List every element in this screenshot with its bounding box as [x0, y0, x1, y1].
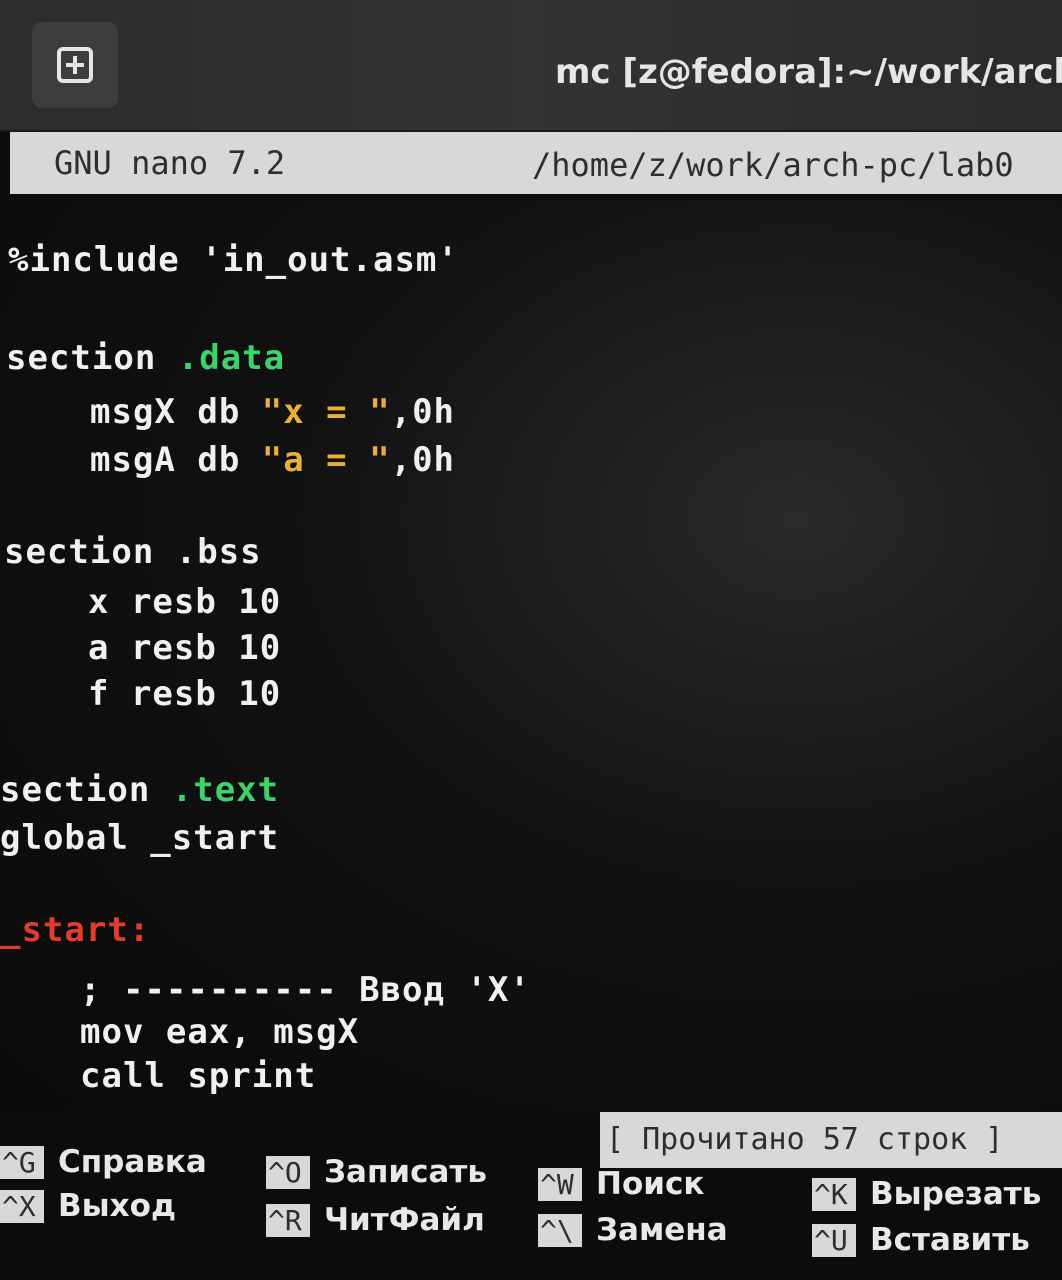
new-tab-button[interactable] — [32, 22, 118, 108]
msgx-decl: msgX db — [90, 392, 262, 432]
code-line-section-bss: section .bss — [4, 532, 262, 572]
editor-area[interactable]: %include 'in_out.asm' section .data msgX… — [0, 200, 1062, 1110]
window-title: mc [z@fedora]:~/work/arch — [555, 52, 1062, 92]
shortcut-label: Справка — [58, 1144, 207, 1180]
section-name-data: .data — [177, 338, 286, 378]
shortcut-label: Вставить — [870, 1222, 1030, 1258]
msgx-string: "x = " — [261, 392, 391, 432]
code-line-comment: ; ---------- Ввод 'X' — [80, 970, 531, 1010]
shortcut-cut[interactable]: ^K Вырезать — [812, 1176, 1041, 1212]
nano-header-bar: GNU nano 7.2 /home/z/work/arch-pc/lab0 — [10, 132, 1062, 194]
shortcut-key: ^X — [0, 1190, 44, 1223]
code-line-call: call sprint — [80, 1056, 317, 1096]
shortcut-help[interactable]: ^G Справка — [0, 1144, 207, 1180]
code-line-msga: msgA db "a = ",0h — [90, 440, 455, 480]
code-line-label-start: _start: — [0, 910, 151, 950]
msga-terminator: ,0h — [390, 440, 456, 480]
section-name-text: .text — [171, 770, 280, 810]
shortcut-key: ^U — [812, 1224, 856, 1257]
code-line-resb-x: x resb 10 — [88, 582, 282, 622]
shortcut-read-file[interactable]: ^R ЧитФайл — [266, 1202, 485, 1238]
shortcut-exit[interactable]: ^X Выход — [0, 1188, 176, 1224]
code-line-include: %include 'in_out.asm' — [8, 240, 459, 280]
shortcut-label: Записать — [324, 1154, 487, 1190]
shortcut-label: Поиск — [596, 1166, 705, 1202]
title-bar: mc [z@fedora]:~/work/arch — [0, 0, 1062, 132]
code-line-msgx: msgX db "x = ",0h — [90, 392, 455, 432]
code-line-mov: mov eax, msgX — [80, 1012, 360, 1052]
code-line-section-data: section .data — [6, 338, 285, 378]
shortcut-bar: ^G Справка ^X Выход ^O Записать ^R ЧитФайл ^… — [0, 1140, 1062, 1280]
plus-square-icon — [57, 47, 93, 83]
code-line-resb-a: a resb 10 — [88, 628, 282, 668]
terminal-window: mc [z@fedora]:~/work/arch GNU nano 7.2 /… — [0, 0, 1062, 1280]
shortcut-key: ^G — [0, 1146, 44, 1179]
shortcut-paste[interactable]: ^U Вставить — [812, 1222, 1030, 1258]
code-line-global: global _start — [0, 818, 280, 858]
shortcut-replace[interactable]: ^\ Замена — [538, 1212, 728, 1248]
msga-decl: msgA db — [90, 440, 262, 480]
file-path: /home/z/work/arch-pc/lab0 — [532, 146, 1014, 184]
code-line-resb-f: f resb 10 — [88, 674, 282, 714]
shortcut-key: ^\ — [538, 1214, 582, 1247]
shortcut-write[interactable]: ^O Записать — [266, 1154, 487, 1190]
shortcut-key: ^R — [266, 1204, 310, 1237]
msga-string: "a = " — [261, 440, 391, 480]
msgx-terminator: ,0h — [390, 392, 456, 432]
code-line-section-text: section .text — [0, 770, 279, 810]
nano-version: GNU nano 7.2 — [54, 144, 286, 182]
shortcut-key: ^W — [538, 1168, 582, 1201]
keyword-section: section — [6, 338, 178, 378]
shortcut-key: ^O — [266, 1156, 310, 1189]
shortcut-key: ^K — [812, 1178, 856, 1211]
shortcut-search[interactable]: ^W Поиск — [538, 1166, 704, 1202]
keyword-section-text: section — [0, 770, 172, 810]
shortcut-label: Вырезать — [870, 1176, 1042, 1212]
shortcut-label: ЧитФайл — [324, 1202, 485, 1238]
shortcut-label: Выход — [58, 1188, 176, 1224]
shortcut-label: Замена — [596, 1212, 728, 1248]
